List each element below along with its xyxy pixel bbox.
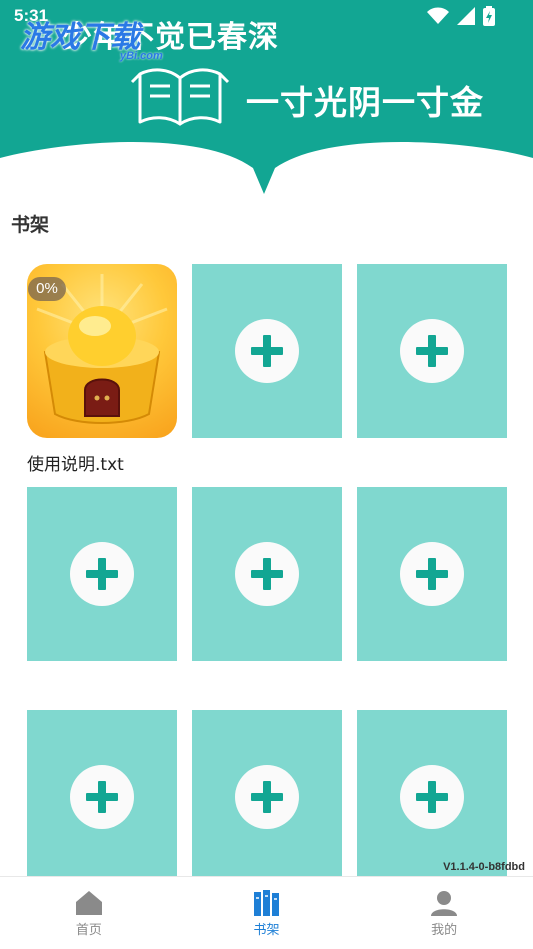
add-book-slot[interactable] [192, 264, 342, 438]
home-icon [75, 891, 102, 915]
banner-slogan-main: 一寸光阴一寸金 [246, 83, 484, 122]
add-book-slot[interactable] [357, 487, 507, 661]
bottom-navigation: 首页 书架 我的 [0, 876, 533, 949]
add-book-slot[interactable] [357, 264, 507, 438]
book-title[interactable]: 使用说明.txt [27, 450, 124, 475]
plus-icon [235, 319, 299, 383]
plus-icon [400, 542, 464, 606]
profile-icon [431, 891, 458, 916]
plus-icon [400, 319, 464, 383]
open-book-icon [130, 68, 230, 126]
nav-item-home[interactable]: 首页 [0, 877, 178, 949]
battery-icon [483, 6, 495, 26]
nav-label-profile: 我的 [431, 923, 458, 938]
plus-icon [70, 542, 134, 606]
reading-progress-badge: 0% [28, 277, 66, 301]
nav-item-bookshelf[interactable]: 书架 [178, 877, 356, 949]
add-book-slot[interactable] [357, 710, 507, 884]
plus-icon [70, 765, 134, 829]
wifi-icon [427, 7, 449, 24]
plus-icon [400, 765, 464, 829]
add-book-slot[interactable] [27, 710, 177, 884]
add-book-slot[interactable] [192, 710, 342, 884]
nav-label-bookshelf: 书架 [253, 923, 280, 938]
add-book-slot[interactable] [27, 487, 177, 661]
add-book-slot[interactable] [192, 487, 342, 661]
bookshelf-icon [253, 890, 279, 916]
plus-icon [235, 542, 299, 606]
plus-icon [235, 765, 299, 829]
version-label: V1.1.4-0-b8fdbd [443, 861, 525, 873]
signal-icon [457, 7, 475, 25]
nav-item-profile[interactable]: 我的 [355, 877, 533, 949]
nav-label-home: 首页 [75, 923, 102, 938]
status-icons [427, 6, 495, 26]
bookshelf-title: 书架 [11, 214, 50, 236]
